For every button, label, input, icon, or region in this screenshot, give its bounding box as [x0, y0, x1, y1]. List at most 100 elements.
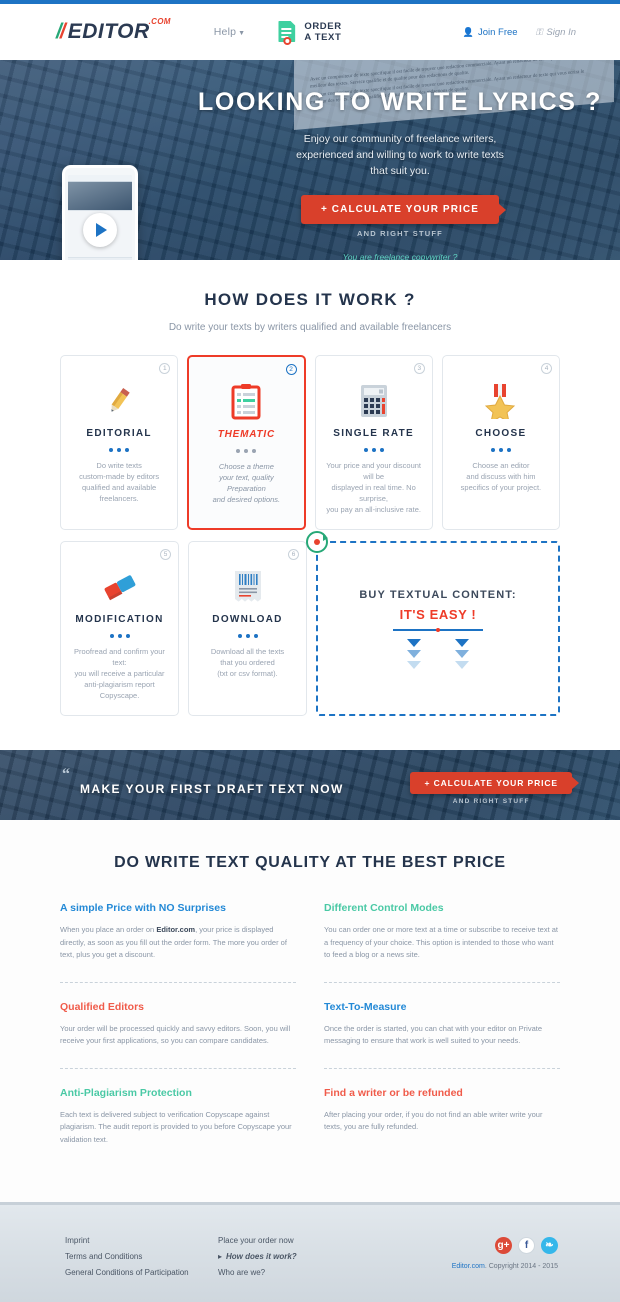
- step-dots: [453, 448, 549, 452]
- arrow-down-icon: [407, 638, 421, 647]
- quality-heading: Qualified Editors: [60, 1000, 145, 1013]
- promo-line-1: BUY TEXTUAL CONTENT:: [359, 588, 517, 601]
- footer-link-who-are-we[interactable]: Who are we?: [218, 1265, 297, 1281]
- eraser-icon: [71, 566, 168, 608]
- logo-wordmark: EDITOR: [67, 20, 150, 43]
- play-video-button[interactable]: [83, 212, 117, 247]
- document-icon: [278, 20, 298, 45]
- step-description: Choose a theme your text, quality Prepar…: [212, 462, 281, 504]
- help-label: Help: [213, 26, 237, 38]
- step-badge: 5: [160, 549, 171, 560]
- arrow-down-icon: [407, 649, 421, 658]
- step-description: Download all the texts that you ordered …: [210, 647, 285, 678]
- footer-link-how-does-it-work[interactable]: How does it work?: [218, 1249, 297, 1265]
- footer-link-imprint[interactable]: Imprint: [65, 1233, 189, 1249]
- barcode-receipt-icon: [199, 566, 296, 608]
- footer-copyright: Editor.com. Copyright 2014 - 2015: [451, 1263, 558, 1270]
- step-description: Your price and your discount will be dis…: [326, 461, 422, 514]
- calculator-icon: [326, 380, 422, 422]
- join-free-link[interactable]: 👤 Join Free: [463, 27, 518, 38]
- footer-social-links: g+ f ❧: [495, 1237, 558, 1254]
- quality-item-refund: Find a writer or be refunded After placi…: [324, 1087, 560, 1167]
- quality-body: Each text is delivered subject to verifi…: [60, 1109, 292, 1144]
- step-card-thematic[interactable]: 2 THEMATIC Choose a theme your text, qua…: [187, 355, 306, 530]
- facebook-icon[interactable]: f: [518, 1237, 535, 1254]
- step-card-editorial[interactable]: 1 EDITORIAL Do write texts custom-made b…: [60, 355, 179, 530]
- footer-brand: Editor.com: [451, 1263, 485, 1270]
- quality-section: DO WRITE TEXT QUALITY AT THE BEST PRICE …: [0, 820, 620, 1202]
- band-cta-group: + CALCULATE YOUR PRICE AND RIGHT STUFF: [410, 772, 572, 805]
- quality-body: You can order one or more text at a time…: [324, 925, 559, 959]
- quality-body: When you place an order on Editor.com, y…: [60, 925, 287, 959]
- how-it-works-section: HOW DOES IT WORK ? Do write your texts b…: [0, 260, 620, 750]
- arrow-down-icon: [455, 649, 469, 658]
- quality-grid: A simple Price with NO Surprises When yo…: [60, 902, 560, 1166]
- twitter-icon[interactable]: ❧: [541, 1237, 558, 1254]
- google-plus-icon[interactable]: g+: [495, 1237, 512, 1254]
- arrow-down-icon: [455, 660, 469, 669]
- step-badge: 2: [285, 364, 297, 375]
- step-badge: 4: [541, 363, 553, 374]
- logo-tld: .COM: [148, 17, 171, 26]
- hero-subtitle: Enjoy our community of freelance writers…: [296, 133, 504, 177]
- step-badge: 1: [159, 363, 171, 374]
- join-free-label: Join Free: [477, 26, 518, 38]
- order-a-text-button[interactable]: ORDER A TEXT: [278, 20, 342, 45]
- how-it-works-title: HOW DOES IT WORK ?: [204, 290, 416, 309]
- medal-icon: [453, 380, 549, 422]
- key-icon: ⚿: [535, 26, 543, 37]
- footer-link-terms[interactable]: Terms and Conditions: [65, 1249, 189, 1265]
- quality-item-anti-plagiarism: Anti-Plagiarism Protection Each text is …: [60, 1087, 296, 1167]
- quality-divider: [324, 981, 560, 983]
- logo-slashes: //: [56, 20, 66, 43]
- promo-arrows: [407, 638, 469, 669]
- hero-calculate-price-button[interactable]: + CALCULATE YOUR PRICE: [300, 195, 499, 224]
- band-calculate-price-button[interactable]: + CALCULATE YOUR PRICE: [410, 772, 572, 794]
- footer-link-place-order[interactable]: Place your order now: [218, 1233, 297, 1249]
- draft-cta-band: “ MAKE YOUR FIRST DRAFT TEXT NOW + CALCU…: [0, 750, 620, 820]
- step-dots: [199, 634, 296, 638]
- account-actions: 👤 Join Free ⚿ Sign In: [463, 27, 576, 38]
- how-it-works-cards-row-1: 1 EDITORIAL Do write texts custom-made b…: [60, 355, 561, 530]
- buy-textual-content-panel[interactable]: BUY TEXTUAL CONTENT: IT'S EASY !: [306, 531, 560, 716]
- step-title: THEMATIC: [217, 429, 276, 440]
- freelance-copywriter-link[interactable]: You are freelance copywriter ?: [180, 252, 620, 260]
- quality-divider: [60, 981, 296, 983]
- step-title: CHOOSE: [475, 428, 527, 439]
- quality-heading: Different Control Modes: [324, 902, 444, 914]
- quality-body: Your order will be processed quickly and…: [60, 1023, 291, 1046]
- order-label-line2: A TEXT: [304, 32, 342, 43]
- band-title: MAKE YOUR FIRST DRAFT TEXT NOW: [80, 782, 344, 796]
- quality-body: After placing your order, if you do not …: [324, 1109, 543, 1132]
- quality-item-control-modes: Different Control Modes You can order on…: [324, 902, 560, 982]
- how-it-works-cards-row-2: 5 MODIFICATION Proofread and confirm you…: [60, 531, 560, 716]
- promo-divider: [393, 628, 483, 631]
- step-title: MODIFICATION: [75, 614, 164, 625]
- step-card-choose[interactable]: 4 CHOOSE Choose an editor and discuss wi…: [441, 355, 561, 530]
- quality-item-qualified-editors: Qualified Editors Your order will be pro…: [60, 1001, 296, 1068]
- step-dots: [71, 448, 167, 452]
- site-footer: Imprint Terms and Conditions General Con…: [0, 1205, 620, 1302]
- sign-in-label: Sign In: [546, 26, 576, 38]
- footer-legal-links: Imprint Terms and Conditions General Con…: [65, 1233, 189, 1281]
- step-description: Proofread and confirm your text: you wil…: [74, 647, 165, 700]
- step-card-single-rate[interactable]: 3 SINGLE RATE Your price and your discou…: [314, 355, 433, 530]
- record-dot-icon: [283, 37, 292, 45]
- site-logo[interactable]: // EDITOR .COM: [56, 17, 172, 44]
- footer-link-general-conditions[interactable]: General Conditions of Participation: [65, 1265, 189, 1281]
- promo-line-2: IT'S EASY !: [399, 606, 477, 622]
- step-title: SINGLE RATE: [333, 428, 415, 439]
- quality-item-text-to-measure: Text-To-Measure Once the order is starte…: [324, 1001, 560, 1068]
- step-dots: [199, 449, 293, 453]
- quality-heading: Find a writer or be refunded: [324, 1086, 463, 1099]
- help-menu[interactable]: Help ▼: [214, 26, 246, 38]
- step-dots: [71, 634, 168, 638]
- quality-body: Once the order is started, you can chat …: [324, 1023, 543, 1046]
- sign-in-link[interactable]: ⚿ Sign In: [536, 27, 576, 38]
- step-card-modification[interactable]: 5 MODIFICATION Proofread and confirm you…: [60, 541, 179, 716]
- footer-order-links: Place your order now How does it work? W…: [218, 1233, 297, 1281]
- step-card-download[interactable]: 6 DOWNLOAD Download all the texts that y…: [188, 541, 307, 716]
- quote-mark-icon: “: [62, 766, 70, 783]
- how-it-works-subtitle: Do write your texts by writers qualified…: [168, 322, 452, 333]
- site-header: // EDITOR .COM Help ▼ ORDER A TEXT 👤 Join…: [0, 4, 620, 60]
